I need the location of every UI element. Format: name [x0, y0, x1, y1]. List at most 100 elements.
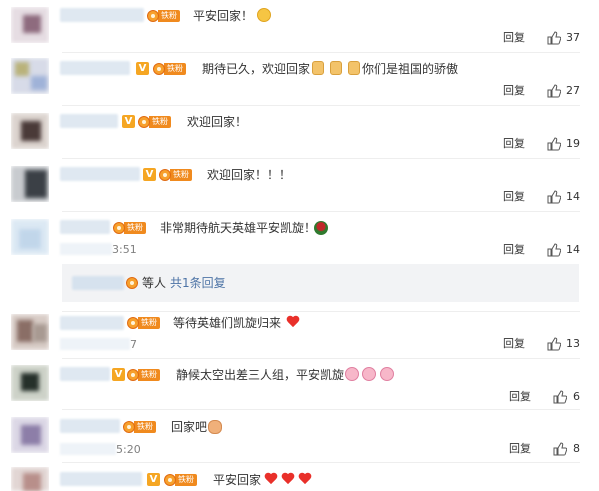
avatar[interactable]	[11, 467, 49, 491]
comment-item: V 铁粉 欢迎回家！ 回复 19	[0, 106, 599, 159]
comment-item: V 铁粉 平安回家	[0, 463, 599, 491]
comment-text: 等待英雄们凯旋归来	[173, 316, 282, 330]
fan-badge-icon	[126, 277, 138, 289]
thumb-emoji	[348, 61, 360, 75]
like-count: 37	[566, 31, 580, 44]
fan-badge: 铁粉	[123, 420, 156, 434]
username[interactable]	[60, 167, 140, 181]
fan-badge: 铁粉	[159, 168, 192, 182]
comment-text: 静候太空出差三人组，平安凯旋	[176, 368, 345, 382]
vip-v-icon: V	[143, 168, 156, 181]
pig-emoji	[345, 367, 359, 381]
fan-badge-icon	[164, 474, 176, 486]
comment-item: V 铁粉 静候太空出差三人组，平安凯旋 回复 6	[0, 359, 599, 411]
pig-emoji	[362, 367, 376, 381]
thumbs-up-icon[interactable]	[547, 137, 561, 151]
reply-button[interactable]: 回复	[503, 190, 525, 204]
avatar[interactable]	[11, 417, 49, 453]
comment-text: 平安回家	[213, 473, 262, 487]
thumbs-up-icon[interactable]	[553, 442, 567, 456]
comment-item: V 铁粉 期待已久，欢迎回家 你们是祖国的骄傲 回复 27	[0, 53, 599, 106]
comment-time: 3:51	[112, 243, 137, 256]
avatar[interactable]	[11, 58, 49, 94]
avatar[interactable]	[11, 7, 49, 43]
reply-button[interactable]: 回复	[503, 243, 525, 257]
comment-text: 回家吧	[171, 420, 208, 434]
thumbs-up-icon[interactable]	[547, 84, 561, 98]
thumbs-up-icon[interactable]	[547, 337, 561, 351]
like-count: 6	[573, 390, 580, 403]
avatar[interactable]	[11, 314, 49, 350]
fan-badge-icon	[127, 369, 139, 381]
comment-text-continued: 你们是祖国的骄傲	[362, 62, 459, 76]
thumb-emoji	[330, 61, 342, 75]
vip-v-icon: V	[122, 115, 135, 128]
heart-emoji	[286, 316, 300, 329]
username[interactable]	[60, 472, 142, 486]
thumbs-up-icon[interactable]	[553, 390, 567, 404]
avatar[interactable]	[11, 365, 49, 401]
reply-button[interactable]: 回复	[503, 31, 525, 45]
fan-badge-icon	[147, 10, 159, 22]
vip-v-icon: V	[147, 473, 160, 486]
reply-button[interactable]: 回复	[509, 442, 531, 456]
thumbs-up-icon[interactable]	[547, 31, 561, 45]
comment-item: 铁粉 等待英雄们凯旋归来 7 回复 13	[0, 312, 599, 364]
heart-emoji	[281, 473, 295, 486]
username[interactable]	[60, 61, 130, 75]
vip-v-icon: V	[112, 368, 125, 381]
username[interactable]	[60, 316, 124, 330]
fan-badge-icon	[159, 169, 171, 181]
comment-text: 欢迎回家！！！	[207, 168, 292, 182]
fan-badge: 铁粉	[127, 368, 160, 382]
sub-reply-box[interactable]: 等人 共1条回复	[62, 264, 579, 302]
fan-badge-icon	[138, 116, 150, 128]
blurred-time	[60, 443, 116, 455]
thumbs-up-icon[interactable]	[547, 190, 561, 204]
username[interactable]	[60, 367, 110, 381]
comment-time: 7	[130, 338, 137, 351]
reply-button[interactable]: 回复	[503, 84, 525, 98]
username[interactable]	[60, 114, 118, 128]
like-count: 8	[573, 442, 580, 455]
like-count: 14	[566, 190, 580, 203]
avatar[interactable]	[11, 219, 49, 255]
fan-badge-icon	[153, 63, 165, 75]
comment-text: 期待已久，欢迎回家	[202, 62, 311, 76]
hug-emoji	[208, 420, 222, 434]
thumb-emoji	[312, 61, 324, 75]
rose-emoji	[314, 221, 328, 235]
comment-text: 平安回家！	[193, 9, 254, 23]
fan-badge: 铁粉	[113, 221, 146, 235]
sub-reply-prefix: 等人	[142, 276, 167, 290]
username[interactable]	[60, 8, 144, 22]
thumbs-up-icon[interactable]	[547, 243, 561, 257]
username[interactable]	[60, 419, 120, 433]
comment-text: 非常期待航天英雄平安凯旋！	[160, 221, 317, 235]
heart-emoji	[264, 473, 278, 486]
like-count: 19	[566, 137, 580, 150]
like-count: 27	[566, 84, 580, 97]
comment-item: 铁粉 回家吧 5:20 回复 8	[0, 411, 599, 463]
fan-badge: 铁粉	[127, 316, 160, 330]
reply-button[interactable]: 回复	[503, 337, 525, 351]
fan-badge: 铁粉	[153, 62, 186, 76]
sub-reply-user[interactable]	[72, 276, 124, 290]
fan-badge-icon	[127, 317, 139, 329]
fan-badge: 铁粉	[138, 115, 171, 129]
view-replies-link[interactable]: 共1条回复	[170, 275, 226, 291]
fan-badge-icon	[113, 222, 125, 234]
party-face-emoji	[257, 8, 271, 22]
blurred-time	[60, 243, 112, 255]
heart-emoji	[298, 473, 312, 486]
comment-time: 5:20	[116, 443, 141, 456]
avatar[interactable]	[11, 113, 49, 149]
divider	[62, 409, 580, 410]
username[interactable]	[60, 220, 110, 234]
reply-button[interactable]: 回复	[503, 137, 525, 151]
avatar[interactable]	[11, 166, 49, 202]
vip-v-icon: V	[136, 62, 149, 75]
reply-button[interactable]: 回复	[509, 390, 531, 404]
like-count: 14	[566, 243, 580, 256]
like-count: 13	[566, 337, 580, 350]
